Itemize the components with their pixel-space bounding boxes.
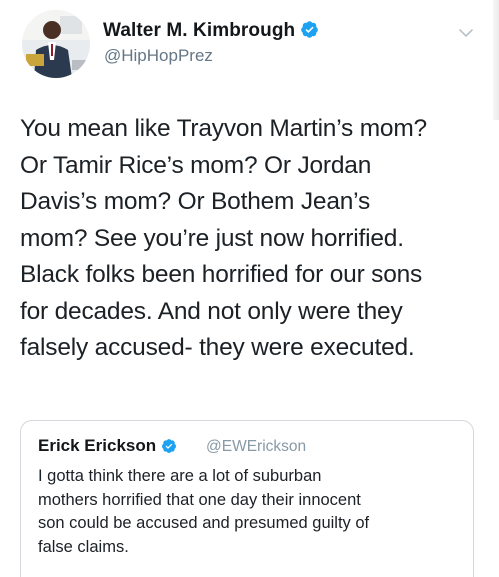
chevron-down-icon[interactable] (458, 26, 474, 44)
tweet-card: Walter M. Kimbrough @HipHopPrez You mean… (0, 0, 499, 577)
quoted-author-name[interactable]: Erick Erickson (38, 436, 177, 459)
quoted-author-name-label: Erick Erickson (38, 436, 157, 455)
author-name-label: Walter M. Kimbrough (103, 20, 296, 41)
author-handle[interactable]: @HipHopPrez (104, 46, 213, 66)
quoted-author-handle[interactable]: @EWErickson (206, 438, 306, 456)
verified-badge-icon (300, 20, 319, 45)
tweet-text: You mean like Trayvon Martin’s mom? Or T… (20, 115, 427, 361)
quoted-tweet[interactable]: Erick Erickson @EWErickson I gotta think… (20, 420, 474, 577)
avatar[interactable] (22, 10, 90, 78)
scroll-edge (493, 0, 499, 120)
quoted-tweet-text: I gotta think there are a lot of suburba… (38, 467, 370, 556)
verified-badge-icon (161, 438, 177, 459)
author-name[interactable]: Walter M. Kimbrough (103, 20, 319, 45)
